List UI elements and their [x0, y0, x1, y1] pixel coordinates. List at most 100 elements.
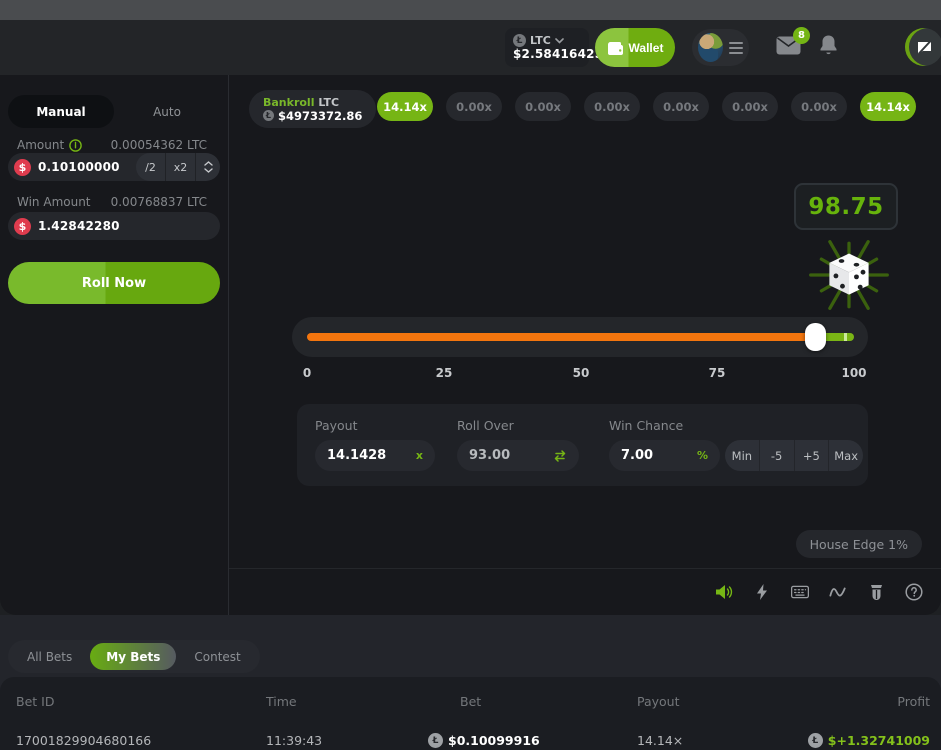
house-edge-badge: House Edge 1%: [796, 530, 922, 558]
instant-bet-button[interactable]: [753, 583, 771, 601]
bets-section: All Bets My Bets Contest Bet ID Time Bet…: [0, 615, 941, 750]
amount-label-row: Amount: [17, 138, 82, 152]
history-chip[interactable]: 0.00x: [653, 92, 709, 121]
currency-code: LTC: [530, 34, 551, 47]
ltc-coin-icon: Ł: [428, 733, 443, 748]
ltc-coin-icon: Ł: [263, 110, 274, 121]
ltc-coin-icon: Ł: [513, 34, 526, 47]
tab-auto[interactable]: Auto: [114, 95, 220, 128]
dice-icon: [807, 233, 891, 317]
amount-fiat-rate: 0.00054362 LTC: [111, 138, 207, 152]
sound-toggle-button[interactable]: [715, 583, 733, 601]
chat-disabled-icon: [916, 39, 933, 56]
win-chance-label: Win Chance: [609, 418, 683, 433]
hotkeys-button[interactable]: [791, 583, 809, 601]
win-amount-fiat-rate: 0.00768837 LTC: [111, 195, 207, 209]
last-roll-marker: [844, 333, 847, 341]
dice-game-page: Ł LTC $2.58416425 Wallet 8 M: [0, 0, 941, 750]
bankroll-label: Bankroll: [263, 96, 314, 109]
bankroll-currency: LTC: [318, 96, 339, 109]
chevron-down-icon: [204, 168, 213, 173]
max-button[interactable]: Max: [829, 440, 863, 471]
wallet-button[interactable]: Wallet: [595, 28, 675, 67]
bankroll-display: Bankroll LTC Ł $4973372.86: [249, 90, 376, 128]
slider-track[interactable]: [307, 333, 854, 341]
history-chip[interactable]: 0.00x: [584, 92, 640, 121]
bet-parameters-panel: Payout Roll Over Win Chance 14.1428 x 93…: [297, 404, 868, 486]
plus-5-button[interactable]: +5: [795, 440, 830, 471]
history-chip[interactable]: 0.00x: [791, 92, 847, 121]
amount-stepper[interactable]: [196, 153, 220, 181]
seed-button[interactable]: [867, 583, 885, 601]
currency-selector[interactable]: Ł LTC $2.58416425: [505, 28, 589, 67]
history-chip[interactable]: 0.00x: [515, 92, 571, 121]
bet-controls-sidebar: Manual Auto Amount 0.00054362 LTC $ 0.10…: [0, 75, 229, 615]
bankroll-value: $4973372.86: [278, 109, 362, 123]
tab-manual[interactable]: Manual: [8, 95, 114, 128]
min-button[interactable]: Min: [725, 440, 760, 471]
live-stats-button[interactable]: [829, 583, 847, 601]
win-chance-input[interactable]: 7.00 %: [609, 440, 720, 471]
payout-value[interactable]: 14.1428: [327, 448, 416, 463]
chat-toggle-button[interactable]: [905, 28, 941, 66]
lightning-icon: [756, 583, 768, 601]
amount-value[interactable]: 0.10100000: [38, 160, 136, 174]
half-bet-button[interactable]: /2: [136, 153, 166, 181]
wallet-button-label: Wallet: [629, 41, 664, 55]
column-header-time: Time: [266, 694, 297, 709]
history-chip[interactable]: 0.00x: [446, 92, 502, 121]
minus-5-button[interactable]: -5: [760, 440, 795, 471]
bet-row-time: 11:39:43: [266, 733, 322, 748]
slider-thumb[interactable]: [805, 323, 826, 351]
multiplier-suffix: x: [416, 449, 423, 462]
column-header-profit: Profit: [897, 694, 930, 709]
win-chance-value[interactable]: 7.00: [621, 448, 697, 463]
tab-my-bets[interactable]: My Bets: [90, 643, 176, 670]
payout-input[interactable]: 14.1428 x: [315, 440, 435, 471]
chevron-down-icon: [555, 38, 564, 44]
messages-badge: 8: [793, 27, 810, 44]
column-header-payout: Payout: [637, 694, 680, 709]
win-amount-input[interactable]: $ 1.42842280: [8, 212, 220, 240]
roll-slider: [292, 317, 868, 357]
info-icon[interactable]: [69, 139, 82, 152]
speaker-icon: [715, 584, 733, 600]
bet-row-id[interactable]: 17001829904680166: [16, 733, 151, 748]
history-chip[interactable]: 0.00x: [722, 92, 778, 121]
swap-icon[interactable]: [553, 450, 567, 462]
scale-label: 50: [573, 366, 590, 380]
win-amount-value[interactable]: 1.42842280: [38, 219, 220, 233]
roll-result-display: 98.75: [794, 183, 898, 230]
stats-wave-icon: [829, 585, 847, 599]
dice-game-panel: Bankroll LTC Ł $4973372.86 14.14x 0.00x …: [229, 75, 941, 615]
amount-input[interactable]: $ 0.10100000 /2 x2: [8, 153, 220, 181]
column-header-bet: Bet: [460, 694, 481, 709]
bets-tabs: All Bets My Bets Contest: [8, 640, 260, 673]
notifications-button[interactable]: [819, 34, 838, 56]
scale-label: 75: [709, 366, 726, 380]
messages-button[interactable]: 8: [776, 36, 801, 55]
keyboard-icon: [791, 585, 809, 599]
tab-all-bets[interactable]: All Bets: [11, 643, 88, 670]
win-amount-label: Win Amount: [17, 195, 91, 209]
bet-row-bet: Ł $0.10099916: [428, 733, 540, 748]
browser-top-strip: [0, 0, 941, 20]
roll-over-input[interactable]: 93.00: [457, 440, 579, 471]
win-chance-quick-buttons: Min -5 +5 Max: [725, 440, 863, 471]
tab-contest[interactable]: Contest: [178, 643, 256, 670]
roll-over-value[interactable]: 93.00: [469, 448, 553, 463]
history-chip[interactable]: 14.14x: [860, 92, 916, 121]
scale-label: 0: [303, 366, 311, 380]
amount-modifiers: /2 x2: [136, 153, 220, 181]
roll-now-button[interactable]: Roll Now: [8, 262, 220, 304]
bet-row-profit-amount: $+1.32741009: [828, 733, 930, 748]
bankroll-title: Bankroll LTC: [263, 96, 362, 109]
user-menu[interactable]: [692, 29, 749, 66]
double-bet-button[interactable]: x2: [166, 153, 196, 181]
bet-row-bet-amount: $0.10099916: [448, 733, 540, 748]
roll-history: 14.14x 0.00x 0.00x 0.00x 0.00x 0.00x 0.0…: [377, 92, 916, 121]
history-chip[interactable]: 14.14x: [377, 92, 433, 121]
help-button[interactable]: [905, 583, 923, 601]
amount-label: Amount: [17, 138, 64, 152]
game-toolbar: [229, 568, 941, 615]
